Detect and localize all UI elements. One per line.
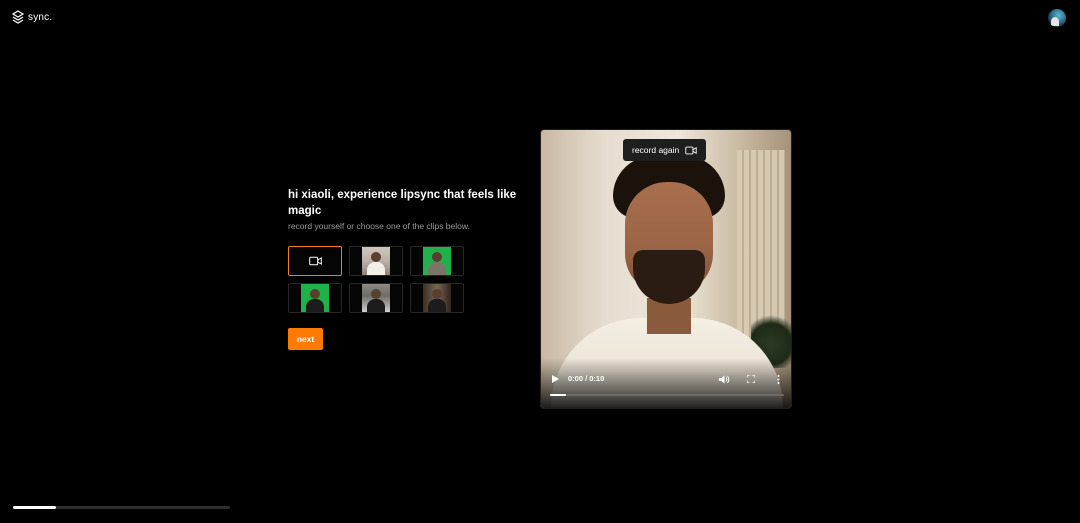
next-button[interactable]: next <box>288 328 323 350</box>
top-bar: sync. <box>0 0 1080 36</box>
video-progress-bar[interactable] <box>550 394 784 396</box>
logo-text: sync. <box>28 11 53 23</box>
clip-thumbnail-4[interactable] <box>349 283 403 313</box>
more-vertical-icon <box>777 374 779 384</box>
clip-5-image <box>423 284 451 312</box>
video-controls: 0:00 / 0:10 <box>541 368 791 408</box>
clip-2-image <box>423 247 451 275</box>
fullscreen-icon <box>747 375 755 383</box>
video-progress-fill <box>550 394 567 396</box>
clip-grid <box>288 246 464 313</box>
more-options-button[interactable] <box>774 374 782 384</box>
clip-1-image <box>362 247 390 275</box>
page-subtitle: record yourself or choose one of the cli… <box>288 221 470 231</box>
clip-thumbnail-2[interactable] <box>410 246 464 276</box>
avatar[interactable] <box>1048 9 1066 27</box>
volume-button[interactable] <box>718 374 730 384</box>
subject-beard <box>633 250 705 304</box>
record-again-button[interactable]: record again <box>623 139 707 161</box>
page-title: hi xiaoli, experience lipsync that feels… <box>288 189 517 217</box>
video-camera-icon <box>685 146 697 154</box>
sync-logo-icon <box>12 10 24 24</box>
clip-thumbnail-3[interactable] <box>288 283 342 313</box>
onboarding-progress-bar <box>13 506 230 509</box>
record-again-label: record again <box>632 145 680 155</box>
play-button[interactable] <box>550 374 560 384</box>
fullscreen-button[interactable] <box>746 374 756 384</box>
intro-section: hi xiaoli, experience lipsync that feels… <box>288 187 518 231</box>
sync-logo[interactable]: sync. <box>12 10 52 24</box>
clip-thumbnail-5[interactable] <box>410 283 464 313</box>
video-camera-icon <box>308 256 322 266</box>
record-yourself-button[interactable] <box>288 246 342 276</box>
time-display: 0:00 / 0:10 <box>568 374 605 383</box>
volume-icon <box>718 375 729 383</box>
clip-3-image <box>301 284 329 312</box>
clip-thumbnail-1[interactable] <box>349 246 403 276</box>
play-icon <box>551 375 559 383</box>
clip-4-image <box>362 284 390 312</box>
onboarding-progress-fill <box>13 506 57 509</box>
video-player[interactable]: record again 0:00 / 0:10 <box>540 129 792 409</box>
